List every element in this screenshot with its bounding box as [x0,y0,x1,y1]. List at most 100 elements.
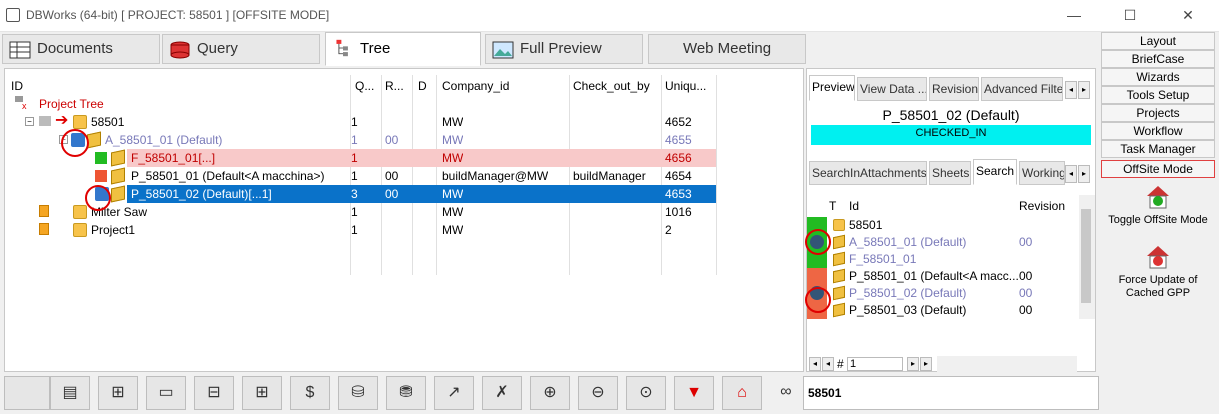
tree-icon [336,39,348,57]
list-item[interactable]: P_58501_01 (Default<A macc... 00 [807,268,1077,285]
sidebar-item-offsite-mode[interactable]: OffSite Mode [1101,160,1215,178]
toggle-offsite-icon[interactable] [1145,184,1171,210]
table-icon[interactable]: ▤ [50,376,90,410]
filter-icon[interactable]: ▼ [674,376,714,410]
table-row[interactable]: − ➔ 58501 1 MW 4652 [11,112,716,131]
sidebar-item-tools-setup[interactable]: Tools Setup [1101,86,1215,104]
preview-title: P_58501_02 (Default) [882,107,1020,123]
table-row[interactable]: Milter Saw 1 MW 1016 [11,203,716,221]
folder-icon[interactable]: ▭ [146,376,186,410]
sidebar-item-briefcase[interactable]: BriefCase [1101,50,1215,68]
col-header-unique[interactable]: Uniqu... [665,77,706,95]
db-export-icon[interactable]: ⛁ [338,376,378,410]
tree-collapse-icon[interactable]: ⊞ [242,376,282,410]
first-page-icon[interactable]: ◂ [809,357,821,371]
col-header-r[interactable]: R... [385,77,404,95]
tab-documents[interactable]: Documents [2,34,160,64]
toggle-offsite-label[interactable]: Toggle OffSite Mode [1101,214,1215,227]
cell-q: 3 [351,187,358,201]
zoom-in-icon[interactable]: ⊕ [530,376,570,410]
tab-revision[interactable]: Revision [929,77,979,101]
tree-root[interactable]: x Project Tree [11,95,716,113]
chevron-left-icon[interactable]: ◂ [1065,81,1077,99]
tree-item-label: 58501 [91,115,125,129]
part-icon [111,149,125,167]
maximize-button[interactable]: ☐ [1110,4,1150,26]
table-row[interactable]: − A_58501_01 (Default) 1 00 MW 4655 [11,131,716,149]
tab-full-preview[interactable]: Full Preview [485,34,643,64]
list-item[interactable]: F_58501_01 [807,251,1077,268]
close-button[interactable]: ✕ [1168,4,1208,26]
doc-cancel-icon[interactable]: ✗ [482,376,522,410]
tab-search[interactable]: Search [973,159,1017,185]
page-input[interactable]: 1 [847,357,903,371]
table-row[interactable]: P_58501_02 (Default)[...1] 3 00 MW 4653 [11,185,716,203]
table-row[interactable]: Project1 1 MW 2 [11,221,716,239]
tab-label: Documents [37,40,113,57]
table-row[interactable]: P_58501_01 (Default<A macchina>) 1 00 bu… [11,167,716,185]
tab-view-data[interactable]: View Data ... [857,77,927,101]
list-item[interactable]: 58501 [807,217,1077,234]
sidebar-item-wizards[interactable]: Wizards [1101,68,1215,86]
h-scrollbar[interactable] [937,356,1077,372]
scrollbar[interactable] [1079,195,1095,319]
chevron-right-icon[interactable]: ▸ [1078,81,1090,99]
search-row-id: A_58501_01 (Default) [849,235,967,249]
force-update-label[interactable]: Force Update of Cached GPP [1101,274,1215,300]
prev-page-icon[interactable]: ◂ [822,357,834,371]
col-header-t[interactable]: T [829,199,836,213]
tab-web-meeting[interactable]: Web Meeting [648,34,806,64]
table-row[interactable]: F_58501_01[...] 1 MW 4656 [11,149,716,167]
col-header-checkout[interactable]: Check_out_by [573,77,650,95]
col-header-company[interactable]: Company_id [442,77,509,95]
folder-icon [73,223,87,237]
cell-checkout: buildManager [573,169,646,183]
col-header-q[interactable]: Q... [355,77,374,95]
chevron-left-icon[interactable]: ◂ [1065,165,1077,183]
col-header-d[interactable]: D [418,77,427,95]
search-input[interactable]: 58501 [803,376,1099,410]
zoom-fit-icon[interactable]: ⊙ [626,376,666,410]
main-tabs: Documents Query Tree Full Preview Web Me… [0,32,810,66]
tab-tree[interactable]: Tree [325,32,481,66]
force-update-icon[interactable] [1145,244,1171,270]
add-doc-icon[interactable]: ⊞ [98,376,138,410]
list-item[interactable]: P_58501_02 (Default) 00 [807,285,1077,302]
sort-icon[interactable]: ↗ [434,376,474,410]
doc-dollar-icon[interactable]: $ [290,376,330,410]
cell-company: buildManager@MW [442,169,549,183]
zoom-out-icon[interactable]: ⊖ [578,376,618,410]
tab-search-in-attachments[interactable]: SearchInAttachments [809,161,927,185]
list-item[interactable]: P_58501_03 (Default) 00 [807,302,1077,319]
home-icon[interactable]: ⌂ [722,376,762,410]
sidebar-item-workflow[interactable]: Workflow [1101,122,1215,140]
tab-sheets[interactable]: Sheets [929,161,971,185]
app-logo-icon [6,8,20,22]
list-item[interactable]: A_58501_01 (Default) 00 [807,234,1077,251]
col-header-id[interactable]: ID [11,77,23,95]
tab-preview[interactable]: Preview [809,75,855,101]
sidebar-item-projects[interactable]: Projects [1101,104,1215,122]
last-page-icon[interactable]: ▸ [920,357,932,371]
col-header-revision[interactable]: Revision [1019,199,1065,213]
assembly-icon [87,131,101,149]
tab-query[interactable]: Query [162,34,320,64]
glasses-icon: ∞ [770,376,802,410]
sidebar-item-layout[interactable]: Layout [1101,32,1215,50]
cell-q: 1 [351,133,358,147]
col-header-id[interactable]: Id [849,199,859,213]
column-divider [716,75,717,275]
chevron-right-icon[interactable]: ▸ [1078,165,1090,183]
tab-advanced-filter[interactable]: Advanced Filter [981,77,1063,101]
minimize-button[interactable]: — [1054,4,1094,26]
tree-item-label: P_58501_01 (Default<A macchina>) [131,169,325,183]
db-stack-icon[interactable]: ⛃ [386,376,426,410]
tree-grid: ID Q... R... D Company_id Check_out_by U… [4,68,804,372]
pager: ◂ ◂ # 1 ▸ ▸ [809,356,1095,373]
next-page-icon[interactable]: ▸ [907,357,919,371]
tab-working[interactable]: Working [1019,161,1065,185]
sidebar-item-task-manager[interactable]: Task Manager [1101,140,1215,158]
tree-expand-icon[interactable]: ⊟ [194,376,234,410]
cell-unique: 4654 [665,169,692,183]
collapse-icon[interactable]: − [25,117,34,126]
